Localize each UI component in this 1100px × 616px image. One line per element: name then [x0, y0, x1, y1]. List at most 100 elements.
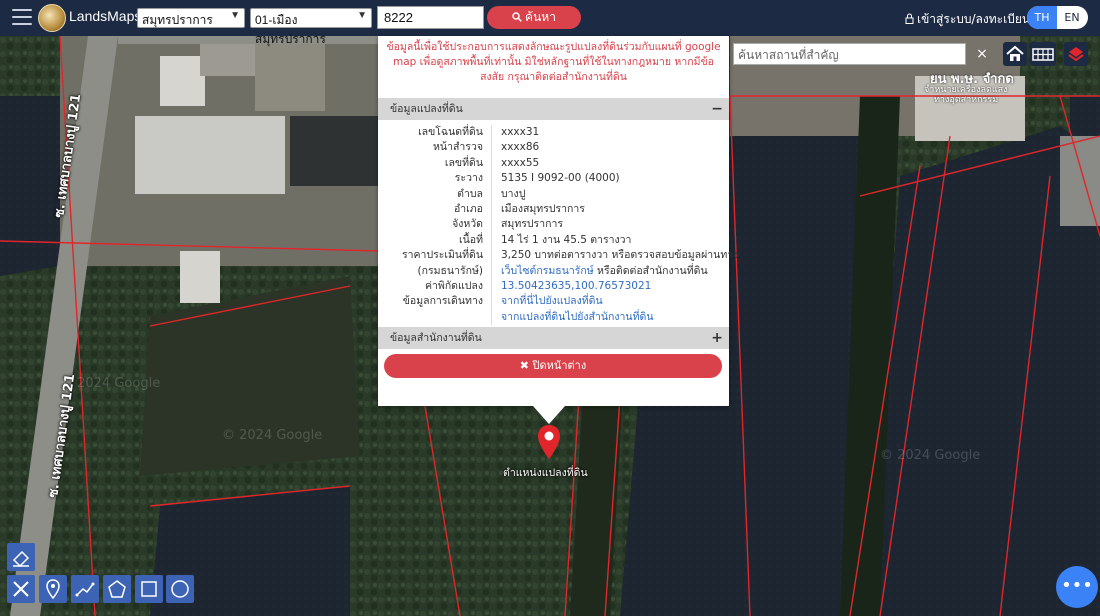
map-watermark: © 2024 Google [60, 376, 161, 391]
detail-value: xxxx31 [501, 126, 540, 138]
office-section-header[interactable]: ข้อมูลสำนักงานที่ดิน + [378, 327, 729, 349]
detail-value: 3,250 บาทต่อตารางวา หรือตรวจสอบข้อมูลผ่า… [501, 249, 739, 262]
detail-value: 5135 I 9092-00 (4000) [501, 172, 620, 185]
detail-label: ค่าพิกัดแปลง [424, 279, 483, 292]
detail-row: หน้าสำรวจ xxxx86 [378, 140, 729, 155]
detail-label: ข้อมูลการเดินทาง [402, 295, 483, 308]
parcel-number-input[interactable]: 8222 [377, 6, 484, 29]
detail-label: อำเภอ [453, 202, 483, 215]
pin-label: ตำแหน่งแปลงที่ดิน [503, 467, 588, 479]
home-button[interactable] [1003, 42, 1027, 66]
collapse-icon[interactable]: − [711, 98, 723, 120]
grid-icon [1032, 48, 1054, 61]
detail-row: จังหวัด สมุทรปราการ [378, 217, 729, 232]
office-section-title: ข้อมูลสำนักงานที่ดิน [390, 332, 482, 344]
menu-icon[interactable] [12, 9, 32, 26]
detail-row: ระวาง 5135 I 9092-00 (4000) [378, 171, 729, 186]
rectangle-tool-button[interactable] [135, 575, 163, 603]
line-tool-button[interactable] [71, 575, 99, 603]
search-label: ค้นหา [525, 10, 556, 24]
detail-label: เลขที่ดิน [444, 156, 483, 169]
marker-icon [46, 579, 60, 600]
circle-tool-button[interactable] [166, 575, 194, 603]
detail-row: ข้อมูลการเดินทาง จากที่นี่ไปยังแปลงที่ดิน [378, 294, 729, 309]
detail-label: ราคาประเมินที่ดิน [401, 249, 483, 262]
detail-value: สมุทรปราการ [501, 218, 563, 231]
province-select[interactable]: สมุทรปราการ ▼ [137, 8, 245, 28]
detail-row: (กรมธนารักษ์) เว็บไซต์กรมธนารักษ์ หรือติด… [378, 264, 729, 279]
rectangle-icon [141, 581, 157, 597]
directions-to-parcel-link[interactable]: จากที่นี่ไปยังแปลงที่ดิน [501, 294, 603, 309]
detail-row: จากแปลงที่ดินไปยังสำนักงานที่ดิน [378, 310, 729, 325]
detail-value: xxxx86 [501, 141, 540, 154]
detail-label: (กรมธนารักษ์) [417, 264, 483, 277]
detail-value: บางปู [501, 187, 526, 200]
close-popup-button[interactable]: ✖ ปิดหน้าต่าง [384, 354, 722, 378]
parcel-info-popup: ข้อมูลนี้เพื่อใช้ประกอบการแสดงลักษณะรูปแ… [378, 36, 738, 406]
sign-text: ทางอุตสาหกรรม [934, 95, 999, 105]
login-label: เข้าสู่ระบบ/ลงทะเบียน [917, 12, 1031, 26]
more-options-button[interactable]: ••• [1056, 566, 1098, 608]
detail-value: xxxx55 [501, 156, 540, 169]
detail-label: ระวาง [454, 172, 483, 185]
detail-label: เลขโฉนดที่ดิน [418, 126, 483, 138]
circle-icon [171, 580, 189, 598]
detail-row: เนื้อที่ 14 ไร่ 1 งาน 45.5 ตารางวา [378, 233, 729, 248]
top-navbar: LandsMaps สมุทรปราการ ▼ 01-เมืองสมุทรปรา… [0, 0, 1100, 46]
parcel-section-header[interactable]: ข้อมูลแปลงที่ดิน − [378, 98, 729, 120]
lock-icon [905, 13, 914, 24]
eraser-button[interactable] [7, 543, 35, 571]
more-icon: ••• [1061, 575, 1093, 596]
layers-icon [1068, 47, 1084, 62]
directions-to-office-link[interactable]: จากแปลงที่ดินไปยังสำนักงานที่ดิน [501, 310, 654, 325]
landsmaps-logo [38, 4, 66, 32]
detail-row: ตำบล บางปู [378, 187, 729, 202]
detail-row: อำเภอ เมืองสมุทรปราการ [378, 202, 729, 217]
coordinates-link[interactable]: 13.50423635,100.76573021 [501, 279, 651, 294]
language-toggle[interactable]: TH EN [1027, 6, 1088, 29]
grid-button[interactable] [1030, 42, 1056, 66]
detail-value: เมืองสมุทรปราการ [501, 202, 585, 215]
popup-pointer [533, 406, 565, 424]
ruler-pencil-icon [13, 581, 29, 597]
detail-row: เลขโฉนดที่ดิน xxxx31 [378, 125, 729, 140]
detail-value: หรือติดต่อสำนักงานที่ดิน [593, 264, 708, 277]
polygon-tool-button[interactable] [103, 575, 131, 603]
login-link[interactable]: เข้าสู่ระบบ/ลงทะเบียน [905, 10, 1030, 29]
search-button[interactable]: ค้นหา [487, 6, 581, 29]
expand-icon[interactable]: + [711, 327, 723, 349]
detail-row: ค่าพิกัดแปลง 13.50423635,100.76573021 [378, 279, 729, 294]
parcel-section-title: ข้อมูลแปลงที่ดิน [390, 103, 463, 115]
chevron-down-icon: ▼ [230, 10, 240, 21]
measure-tool-button[interactable] [7, 575, 35, 603]
location-pin-icon[interactable] [536, 424, 562, 460]
treasury-website-link[interactable]: เว็บไซต์กรมธนารักษ์ [501, 265, 594, 277]
detail-label: หน้าสำรวจ [433, 141, 483, 154]
marker-tool-button[interactable] [39, 575, 67, 603]
detail-row: เลขที่ดิน xxxx55 [378, 156, 729, 171]
map-watermark: © 2024 Google [222, 428, 323, 443]
parcel-details: เลขโฉนดที่ดิน xxxx31 หน้าสำรวจ xxxx86 เลขท… [378, 125, 738, 325]
layers-button[interactable] [1064, 42, 1088, 66]
search-icon [512, 12, 522, 22]
eraser-icon [12, 550, 30, 568]
detail-label: จังหวัด [452, 218, 483, 231]
map-watermark: © 2024 Google [880, 448, 981, 463]
detail-label: ตำบล [457, 187, 483, 200]
detail-row: ราคาประเมินที่ดิน 3,250 บาทต่อตารางวา หรื… [378, 248, 738, 263]
polygon-icon [108, 580, 126, 598]
place-search-input[interactable]: ค้นหาสถานที่สำคัญ [733, 43, 966, 65]
polyline-icon [75, 582, 95, 597]
lang-en-button[interactable]: EN [1057, 6, 1087, 29]
brand-name: LandsMaps [69, 8, 142, 24]
detail-value: 14 ไร่ 1 งาน 45.5 ตารางวา [501, 233, 632, 246]
home-icon [1006, 45, 1024, 61]
district-select-value: 01-เมืองสมุทรปราการ [255, 13, 326, 46]
province-select-value: สมุทรปราการ [142, 13, 213, 27]
chevron-down-icon: ▼ [357, 10, 367, 21]
disclaimer-notice: ข้อมูลนี้เพื่อใช้ประกอบการแสดงลักษณะรูปแ… [386, 41, 721, 83]
lang-th-button[interactable]: TH [1027, 6, 1057, 29]
district-select[interactable]: 01-เมืองสมุทรปราการ ▼ [250, 8, 372, 46]
detail-label: เนื้อที่ [459, 233, 483, 246]
clear-search-icon[interactable]: × [973, 43, 991, 65]
